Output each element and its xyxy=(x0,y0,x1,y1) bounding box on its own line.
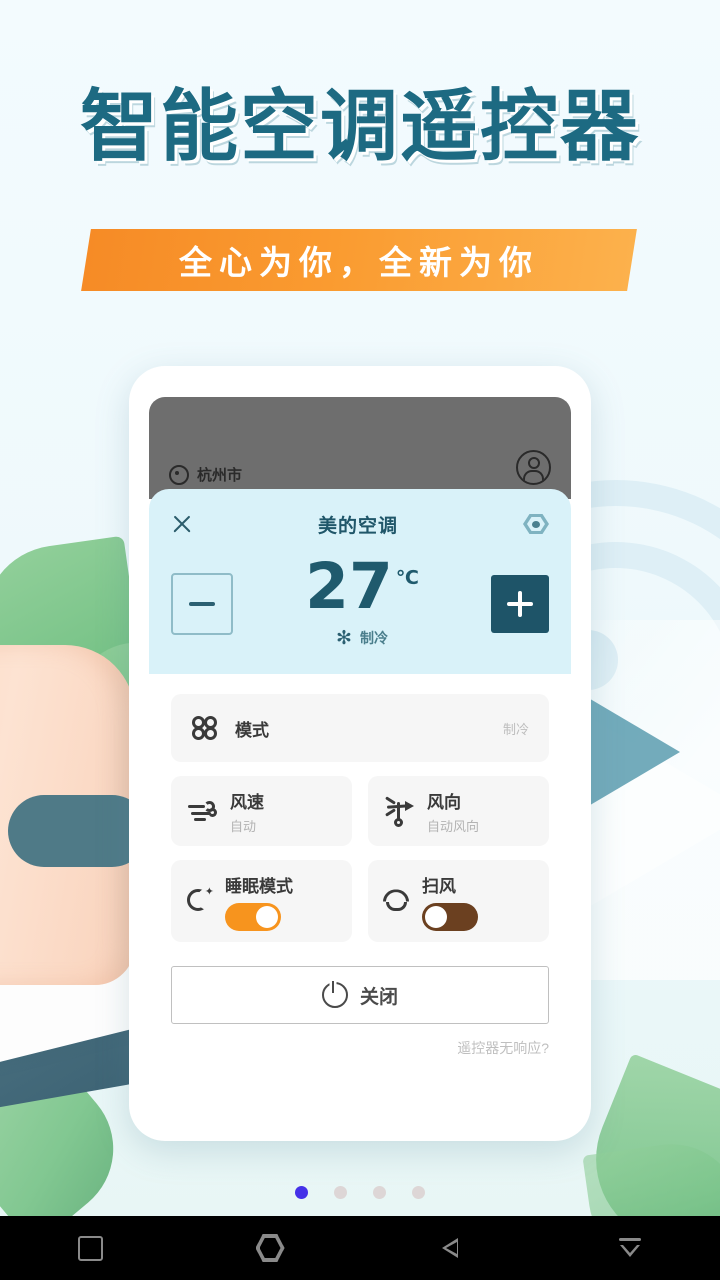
page-dot-4[interactable] xyxy=(412,1186,425,1199)
moon-sleep-icon: ✦ xyxy=(185,886,219,916)
temp-decrease-button[interactable] xyxy=(171,572,233,635)
tagline-banner: 全心为你，全新为你 xyxy=(81,229,637,291)
power-off-label: 关闭 xyxy=(359,986,398,1008)
tagline-text: 全心为你，全新为你 xyxy=(179,243,539,282)
temperature-unit: ℃ xyxy=(395,568,419,589)
clover-mode-icon xyxy=(191,713,221,743)
thumb-illustration xyxy=(8,795,148,867)
hide-navbar-icon xyxy=(617,1236,643,1260)
sleep-mode-texts: 睡眠模式 xyxy=(225,872,293,931)
recents-square-icon xyxy=(77,1235,103,1261)
wind-direction-label: 风向 xyxy=(427,792,461,812)
remote-not-responding-link[interactable]: 遥控器无响应? xyxy=(149,1024,571,1058)
mode-row[interactable]: 模式 制冷 xyxy=(171,694,549,762)
location-chip[interactable]: 杭州市 xyxy=(169,464,242,485)
swing-toggle[interactable] xyxy=(422,902,478,931)
temperature-readout: 27 ℃ ✻ 制冷 xyxy=(305,555,419,648)
wind-speed-icon xyxy=(187,796,217,826)
recents-button[interactable] xyxy=(0,1235,180,1261)
swing-label: 扫风 xyxy=(422,876,456,896)
fan-speed-texts: 风速 自动 xyxy=(230,788,264,835)
mode-row-value: 制冷 xyxy=(502,721,529,737)
sleep-mode-cell[interactable]: ✦ 睡眠模式 xyxy=(171,860,352,942)
fan-row: 风速 自动 风向 自动风向 xyxy=(171,776,549,846)
swing-airflow-icon xyxy=(382,886,412,916)
hide-navbar-button[interactable] xyxy=(540,1236,720,1260)
swing-cell[interactable]: 扫风 xyxy=(368,860,549,942)
close-icon[interactable] xyxy=(171,513,193,535)
swing-texts: 扫风 xyxy=(422,872,478,931)
fan-speed-value: 自动 xyxy=(230,818,257,834)
temp-increase-button[interactable] xyxy=(491,574,549,633)
temperature-panel: 美的空调 27 ℃ ✻ 制冷 xyxy=(149,489,571,674)
page-indicator xyxy=(0,1186,720,1199)
temperature-controls: 27 ℃ ✻ 制冷 xyxy=(171,555,549,648)
app-store-screenshot: 智能空调遥控器 全心为你，全新为你 杭州市 美的空调 27 ℃ ✻ 制冷 模式 … xyxy=(0,0,720,1280)
app-header: 杭州市 xyxy=(149,397,571,499)
account-avatar-icon[interactable] xyxy=(516,450,551,485)
phone-screen: 杭州市 美的空调 27 ℃ ✻ 制冷 模式 制冷 风速 自动 风向 自动风向 ✦… xyxy=(149,397,571,1109)
current-mode-label: 制冷 xyxy=(359,630,388,646)
sleep-mode-label: 睡眠模式 xyxy=(225,876,293,896)
back-triangle-icon xyxy=(442,1238,458,1258)
back-button[interactable] xyxy=(360,1238,540,1258)
wind-vane-icon xyxy=(384,796,414,827)
fan-speed-cell[interactable]: 风速 自动 xyxy=(171,776,352,846)
page-title: 智能空调遥控器 xyxy=(79,82,640,172)
panel-top-bar: 美的空调 xyxy=(171,503,549,545)
location-pin-icon xyxy=(169,464,189,485)
wind-direction-value: 自动风向 xyxy=(427,818,480,834)
location-label: 杭州市 xyxy=(197,467,243,484)
page-dot-2[interactable] xyxy=(334,1186,347,1199)
fan-speed-label: 风速 xyxy=(230,792,264,812)
current-mode-line: ✻ 制冷 xyxy=(305,628,419,648)
mode-row-left: 模式 xyxy=(191,713,269,743)
hex-settings-icon[interactable] xyxy=(522,511,549,537)
home-hexagon-icon xyxy=(255,1234,285,1262)
temperature-value: 27 xyxy=(305,550,393,623)
toggle-row: ✦ 睡眠模式 扫风 xyxy=(171,860,549,942)
sleep-mode-toggle[interactable] xyxy=(225,902,281,931)
phone-mockup: 杭州市 美的空调 27 ℃ ✻ 制冷 模式 制冷 风速 自动 风向 自动风向 ✦… xyxy=(129,366,591,1141)
home-button[interactable] xyxy=(180,1234,360,1262)
power-icon xyxy=(321,981,348,1008)
android-navigation-bar xyxy=(0,1216,720,1280)
device-name: 美的空调 xyxy=(317,515,398,537)
power-off-button[interactable]: 关闭 xyxy=(171,966,549,1024)
page-dot-1[interactable] xyxy=(295,1186,308,1199)
page-dot-3[interactable] xyxy=(373,1186,386,1199)
mode-row-label: 模式 xyxy=(235,720,269,740)
wind-direction-texts: 风向 自动风向 xyxy=(427,788,479,835)
wind-direction-cell[interactable]: 风向 自动风向 xyxy=(368,776,549,846)
control-list: 模式 制冷 风速 自动 风向 自动风向 ✦ 睡眠模式 扫风 xyxy=(149,674,571,942)
snowflake-icon: ✻ xyxy=(336,627,352,649)
power-section: 关闭 xyxy=(149,942,571,1024)
